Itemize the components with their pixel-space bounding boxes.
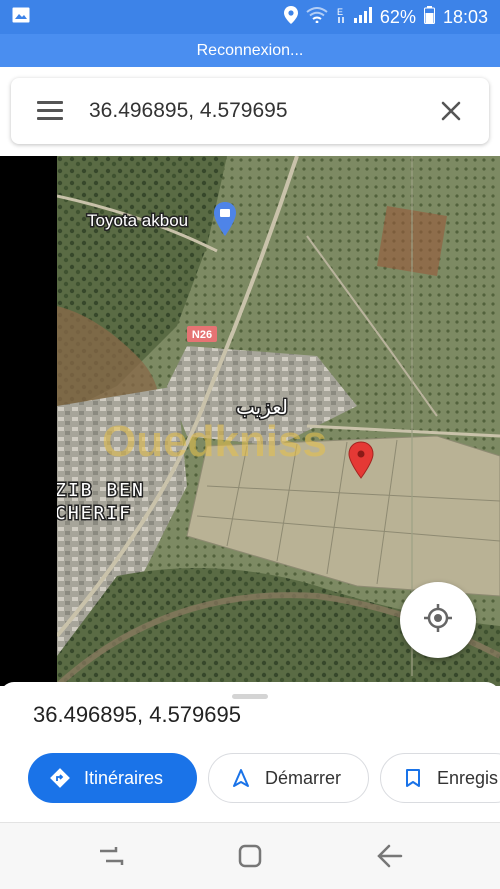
coordinates-title: 36.496895, 4.579695	[33, 702, 241, 727]
map-black-edge	[0, 156, 57, 686]
recents-icon[interactable]	[96, 841, 126, 871]
my-location-icon	[422, 602, 454, 639]
battery-icon	[423, 5, 435, 29]
watermark-logo: Ouedkniss	[102, 417, 327, 466]
svg-text:E: E	[337, 7, 343, 17]
reconnect-banner: Reconnexion...	[0, 34, 500, 67]
directions-icon	[48, 766, 72, 790]
gallery-icon	[12, 7, 30, 28]
search-input[interactable]: 36.496895, 4.579695	[89, 99, 431, 123]
start-label: Démarrer	[265, 767, 342, 788]
search-bar[interactable]: 36.496895, 4.579695	[11, 78, 489, 144]
bookmark-icon	[401, 766, 425, 790]
place-sheet[interactable]: 36.496895, 4.579695 Itinéraires Démarrer…	[0, 682, 500, 822]
sheet-drag-handle[interactable]	[232, 694, 268, 699]
signal-icon	[353, 6, 372, 28]
save-label: Enregis	[437, 767, 499, 788]
navigation-arrow-icon	[229, 766, 253, 790]
data-transfer-icon: E	[336, 6, 346, 29]
my-location-button[interactable]	[400, 582, 476, 658]
menu-icon[interactable]	[37, 101, 63, 121]
poi-label-toyota[interactable]: Toyota akbou	[86, 210, 190, 232]
directions-button[interactable]: Itinéraires	[28, 753, 197, 803]
home-icon[interactable]	[235, 841, 265, 871]
start-button[interactable]: Démarrer	[208, 753, 369, 803]
clock: 18:03	[442, 6, 488, 27]
route-label: N26	[192, 329, 212, 341]
town-label-line1: ZIB BEN	[57, 480, 145, 501]
town-label-arabic: لعزيب	[236, 395, 288, 419]
save-button[interactable]: Enregis	[380, 753, 500, 803]
status-bar: E 62% 18:03	[0, 0, 500, 34]
directions-label: Itinéraires	[84, 767, 164, 788]
battery-percent: 62%	[379, 6, 416, 27]
location-icon	[283, 5, 298, 29]
reconnect-text: Reconnexion...	[196, 41, 304, 59]
close-icon[interactable]	[431, 91, 471, 131]
system-nav-bar	[0, 822, 500, 889]
wifi-icon	[306, 6, 328, 28]
town-label-line2: CHERIF	[57, 503, 132, 524]
back-icon[interactable]	[374, 841, 404, 871]
